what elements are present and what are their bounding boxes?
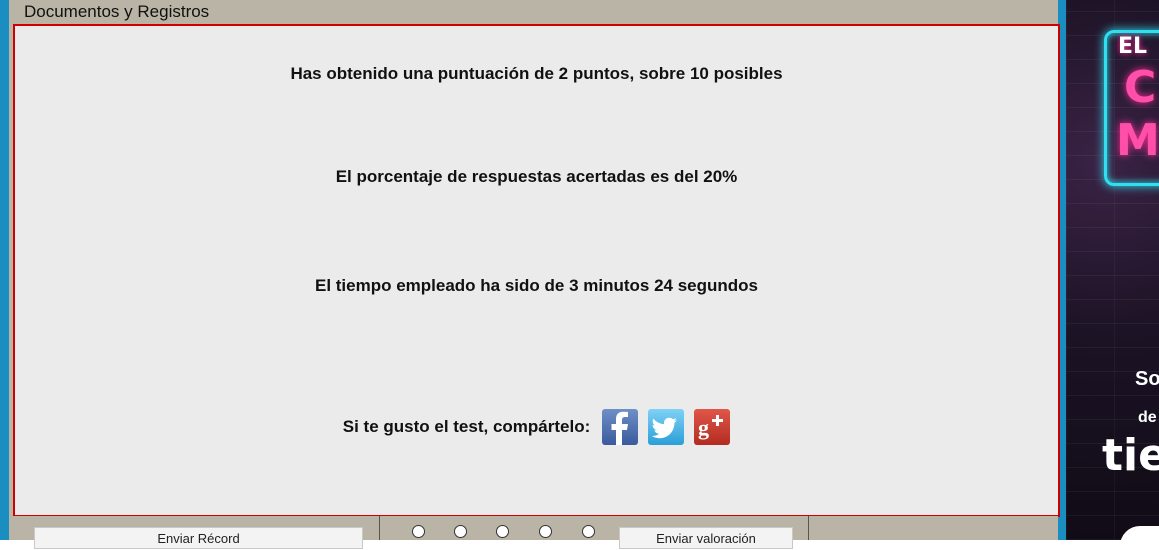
panel-title: Documentos y Registros [24, 2, 210, 21]
twitter-icon[interactable] [648, 409, 685, 445]
results-box: Has obtenido una puntuación de 2 puntos,… [13, 24, 1060, 517]
rating-radio-1[interactable] [412, 525, 425, 538]
facebook-icon[interactable] [602, 409, 639, 445]
rating-radio-3[interactable] [496, 525, 509, 538]
rating-radio-2[interactable] [454, 525, 467, 538]
bottom-divider-right [808, 516, 809, 540]
rating-radio-4[interactable] [539, 525, 552, 538]
bottom-divider-left [379, 516, 380, 540]
left-accent-stripe [0, 0, 9, 540]
ad-text-de: de [1138, 409, 1157, 426]
ad-brand-logo: tie [1102, 430, 1159, 481]
percentage-text: El porcentaje de respuestas acertadas es… [335, 167, 738, 186]
rating-radio-5[interactable] [582, 525, 595, 538]
advertisement-banner[interactable]: EL C M So de tie [1066, 0, 1159, 540]
svg-text:g: g [698, 415, 709, 440]
ad-neon-line2: M [1116, 115, 1159, 166]
send-rating-button[interactable]: Enviar valoración [619, 527, 793, 549]
ad-neon-top-text: EL [1118, 34, 1148, 59]
ad-neon-line1: C [1124, 62, 1157, 113]
share-row: Si te gusto el test, compártelo: g [15, 409, 1058, 445]
send-record-button[interactable]: Enviar Récord [34, 527, 363, 549]
score-text: Has obtenido una puntuación de 2 puntos,… [290, 64, 783, 83]
google-plus-icon[interactable]: g [694, 409, 731, 445]
ad-text-so: So [1135, 368, 1159, 390]
share-label: Si te gusto el test, compártelo: [342, 417, 591, 436]
time-text: El tiempo empleado ha sido de 3 minutos … [314, 276, 759, 295]
